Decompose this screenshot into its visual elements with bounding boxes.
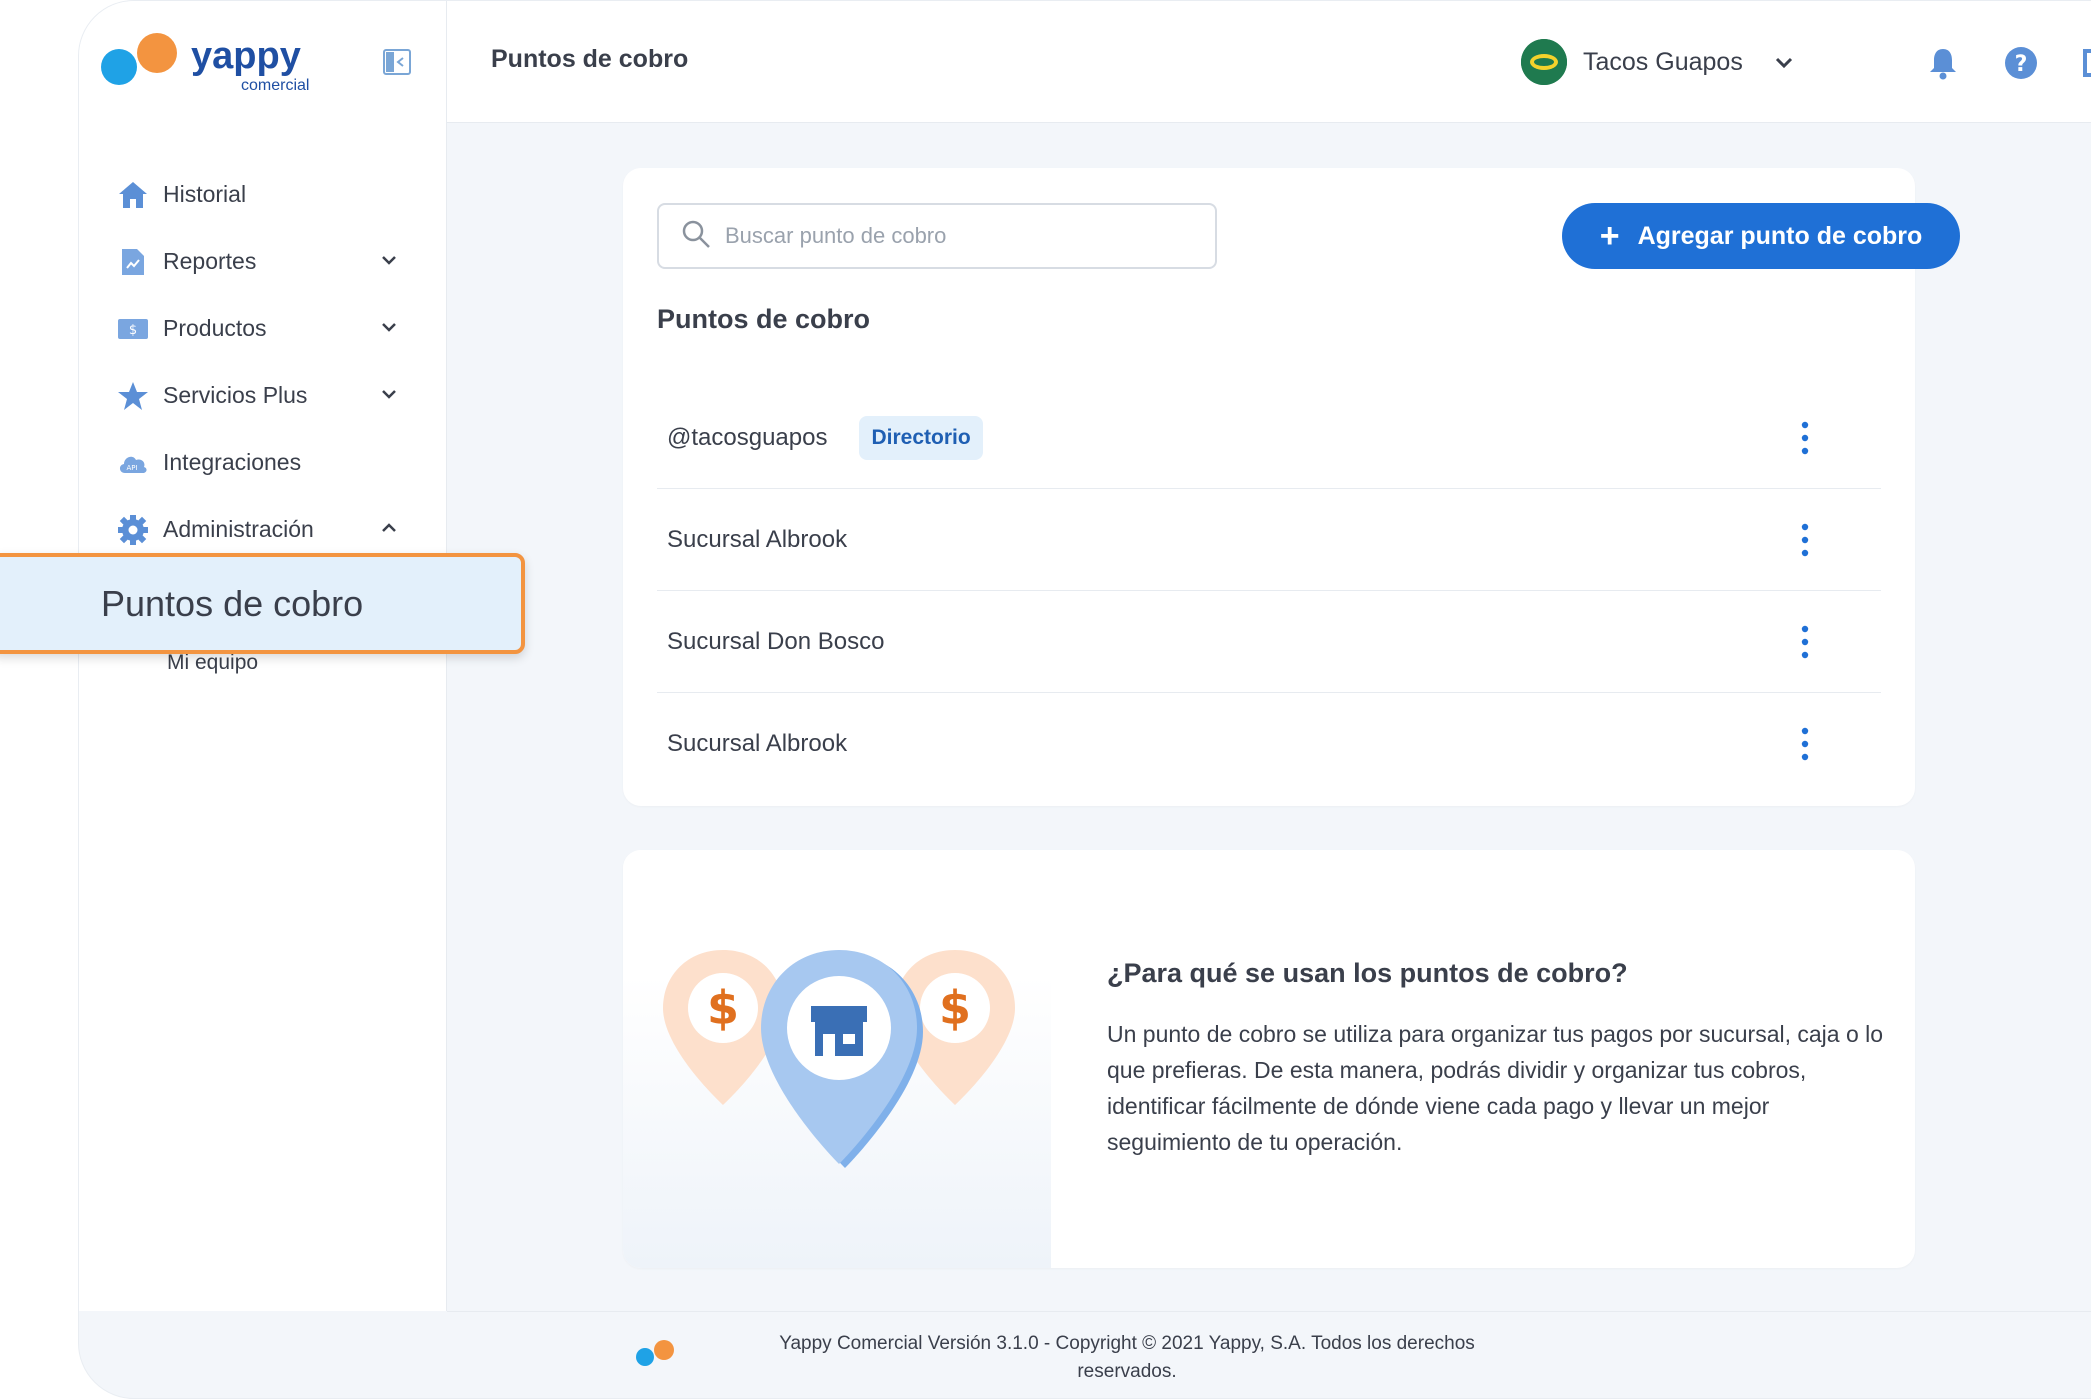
brand-name: yappy: [191, 35, 301, 77]
sidebar: yappy comercial Historial Reportes $ Pro…: [79, 1, 447, 1311]
add-button-label: Agregar punto de cobro: [1637, 221, 1923, 250]
search-input[interactable]: [725, 223, 1185, 249]
list-item[interactable]: Sucursal Albrook: [657, 693, 1881, 795]
list-item[interactable]: Sucursal Albrook: [657, 489, 1881, 591]
info-title: ¿Para qué se usan los puntos de cobro?: [1107, 958, 1628, 988]
sidebar-item-label: Reportes: [163, 248, 257, 274]
report-icon: [117, 246, 149, 278]
chevron-down-icon[interactable]: [379, 384, 399, 404]
brand-sub: comercial: [241, 77, 310, 94]
yappy-small-logo: [636, 1340, 674, 1366]
more-options-icon[interactable]: [1797, 624, 1813, 660]
svg-text:$: $: [707, 981, 739, 1035]
sidebar-item-integraciones[interactable]: API Integraciones: [79, 429, 447, 496]
sidebar-item-label: Historial: [163, 181, 247, 207]
search-box[interactable]: [657, 203, 1217, 269]
sidebar-subitem-mi-equipo[interactable]: Mi equipo: [167, 651, 258, 675]
payment-points-list: @tacosguapos Directorio Sucursal Albrook…: [657, 387, 1881, 795]
section-title: Puntos de cobro: [657, 304, 871, 334]
merchant-name: Tacos Guapos: [1583, 47, 1743, 76]
add-payment-point-button[interactable]: + Agregar punto de cobro: [1562, 203, 1960, 269]
dollar-tag-icon: $: [117, 313, 149, 345]
point-name: @tacosguapos: [667, 423, 828, 451]
bell-icon[interactable]: [1925, 45, 1961, 81]
list-item[interactable]: Sucursal Don Bosco: [657, 591, 1881, 693]
star-icon: [117, 380, 149, 412]
footer: Yappy Comercial Versión 3.1.0 - Copyrigh…: [447, 1311, 2091, 1398]
yappy-logo[interactable]: yappy comercial: [99, 31, 309, 101]
svg-text:API: API: [126, 464, 137, 472]
chevron-down-icon[interactable]: [379, 317, 399, 337]
sidebar-item-servicios-plus[interactable]: Servicios Plus: [79, 362, 447, 429]
logout-icon[interactable]: [2080, 45, 2091, 81]
svg-text:?: ?: [2015, 52, 2028, 77]
sidebar-subitem-puntos-de-cobro[interactable]: Puntos de cobro: [0, 553, 525, 654]
more-options-icon[interactable]: [1797, 726, 1813, 762]
footer-copyright: Yappy Comercial Versión 3.1.0 - Copyrigh…: [779, 1333, 1475, 1382]
svg-text:$: $: [939, 981, 971, 1035]
more-options-icon[interactable]: [1797, 420, 1813, 456]
more-options-icon[interactable]: [1797, 522, 1813, 558]
sidebar-nav: Historial Reportes $ Productos Servicios…: [79, 161, 447, 563]
sidebar-item-reportes[interactable]: Reportes: [79, 228, 447, 295]
sidebar-item-label: Administración: [163, 516, 314, 542]
payment-points-card: + Agregar punto de cobro Puntos de cobro…: [623, 168, 1960, 806]
search-icon: [681, 219, 711, 254]
chevron-down-icon[interactable]: [1773, 51, 1795, 73]
status-badge: Directorio: [859, 415, 983, 460]
plus-icon: +: [1599, 216, 1620, 255]
merchant-avatar: [1521, 39, 1567, 85]
help-icon[interactable]: ?: [2003, 45, 2039, 81]
sidebar-item-label: Integraciones: [163, 449, 302, 475]
list-item[interactable]: @tacosguapos Directorio: [657, 387, 1881, 489]
point-name: Sucursal Albrook: [667, 730, 848, 757]
merchant-selector[interactable]: Tacos Guapos: [1521, 39, 1795, 85]
gear-icon: [117, 514, 149, 546]
chevron-down-icon[interactable]: [379, 250, 399, 270]
point-name: Sucursal Albrook: [667, 525, 848, 553]
chevron-up-icon[interactable]: [379, 518, 399, 538]
sidebar-item-label: Productos: [163, 315, 267, 341]
sidebar-item-label: Servicios Plus: [163, 382, 308, 408]
sidebar-item-historial[interactable]: Historial: [79, 161, 447, 228]
home-icon: [117, 179, 149, 211]
page-title: Puntos de cobro: [491, 45, 689, 73]
collapse-sidebar-icon[interactable]: [383, 49, 411, 75]
svg-text:$: $: [129, 323, 137, 338]
app-window: yappy comercial Historial Reportes $ Pro…: [78, 0, 2091, 1399]
sidebar-item-productos[interactable]: $ Productos: [79, 295, 447, 362]
api-cloud-icon: API: [117, 447, 149, 479]
point-name: Sucursal Don Bosco: [667, 627, 885, 655]
info-text: Un punto de cobro se utiliza para organi…: [1107, 1021, 1884, 1155]
location-pins-illustration: $ $: [663, 950, 1015, 1168]
top-bar: Puntos de cobro Tacos Guapos ?: [447, 1, 2091, 123]
info-card: $ $ ¿Para qué se usan los puntos de cobr…: [623, 850, 1915, 1268]
